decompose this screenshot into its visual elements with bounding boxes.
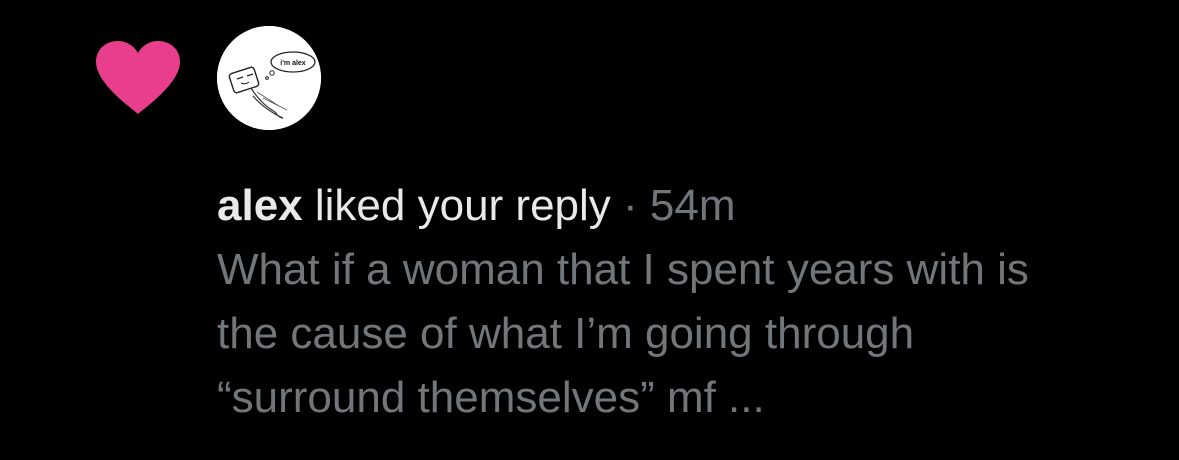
separator-dot: · [623,181,638,230]
notification-content: alex liked your reply · 54m What if a wo… [217,176,1157,430]
like-notification[interactable]: i'm alex alex liked your reply · 54m Wha… [0,0,1179,460]
reply-preview-text[interactable]: What if a woman that I spent years with … [217,238,1037,430]
avatar[interactable]: i'm alex [217,26,321,130]
action-text: liked your reply [314,181,611,230]
timestamp: 54m [649,181,736,230]
username-link[interactable]: alex [217,181,303,230]
notification-headline: alex liked your reply · 54m [217,176,1157,236]
heart-icon [96,41,180,114]
avatar-bubble-text: i'm alex [280,60,306,67]
avatar-sketch-icon: i'm alex [217,26,321,130]
